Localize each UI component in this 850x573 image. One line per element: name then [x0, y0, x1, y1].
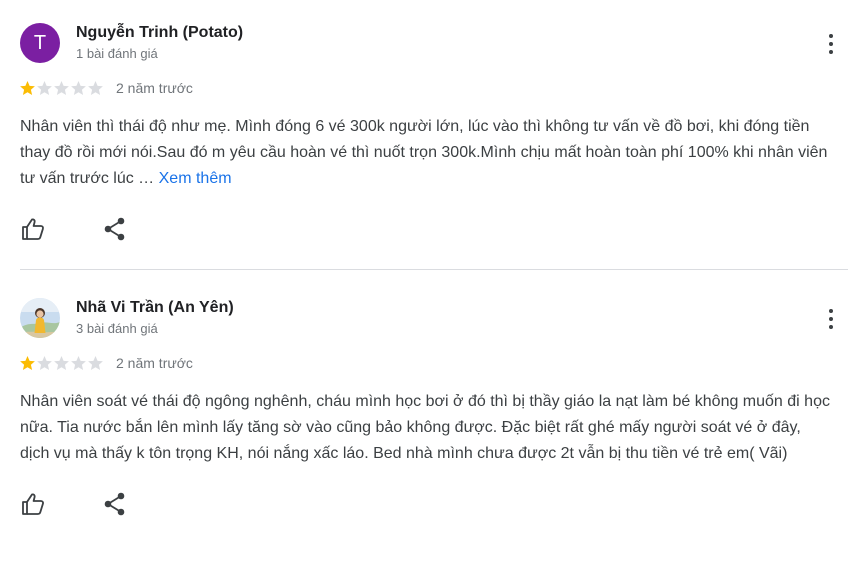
- star-empty-icon: [71, 356, 86, 370]
- thumb-up-icon[interactable]: [20, 216, 46, 242]
- reviewer-name[interactable]: Nguyễn Trinh (Potato): [76, 24, 243, 42]
- star-empty-icon: [54, 356, 69, 370]
- avatar[interactable]: T: [20, 23, 60, 63]
- more-options-icon[interactable]: [818, 32, 846, 56]
- avatar[interactable]: [20, 298, 60, 338]
- review-time: 2 năm trước: [116, 80, 193, 96]
- share-icon[interactable]: [102, 216, 128, 242]
- star-empty-icon: [88, 356, 103, 370]
- star-rating: [19, 355, 104, 371]
- star-empty-icon: [88, 81, 103, 95]
- star-empty-icon: [71, 81, 86, 95]
- see-more-link[interactable]: Xem thêm: [159, 170, 232, 187]
- star-empty-icon: [54, 81, 69, 95]
- review-text: Nhân viên thì thái độ như mẹ. Mình đóng …: [20, 114, 830, 192]
- star-empty-icon: [37, 356, 52, 370]
- reviewer-review-count: 1 bài đánh giá: [76, 46, 158, 61]
- more-options-icon[interactable]: [818, 307, 846, 331]
- share-icon[interactable]: [102, 491, 128, 517]
- reviewer-review-count: 3 bài đánh giá: [76, 321, 158, 336]
- thumb-up-icon[interactable]: [20, 491, 46, 517]
- review-text-content: Nhân viên thì thái độ như mẹ. Mình đóng …: [20, 118, 828, 187]
- review-text-content: Nhân viên soát vé thái độ ngông nghênh, …: [20, 393, 830, 462]
- review-divider: [20, 269, 848, 270]
- reviewer-name[interactable]: Nhã Vi Trần (An Yên): [76, 299, 234, 317]
- star-empty-icon: [37, 81, 52, 95]
- review-time: 2 năm trước: [116, 355, 193, 371]
- star-rating: [19, 80, 104, 96]
- star-filled-icon: [20, 81, 35, 95]
- star-filled-icon: [20, 356, 35, 370]
- review-text: Nhân viên soát vé thái độ ngông nghênh, …: [20, 389, 830, 467]
